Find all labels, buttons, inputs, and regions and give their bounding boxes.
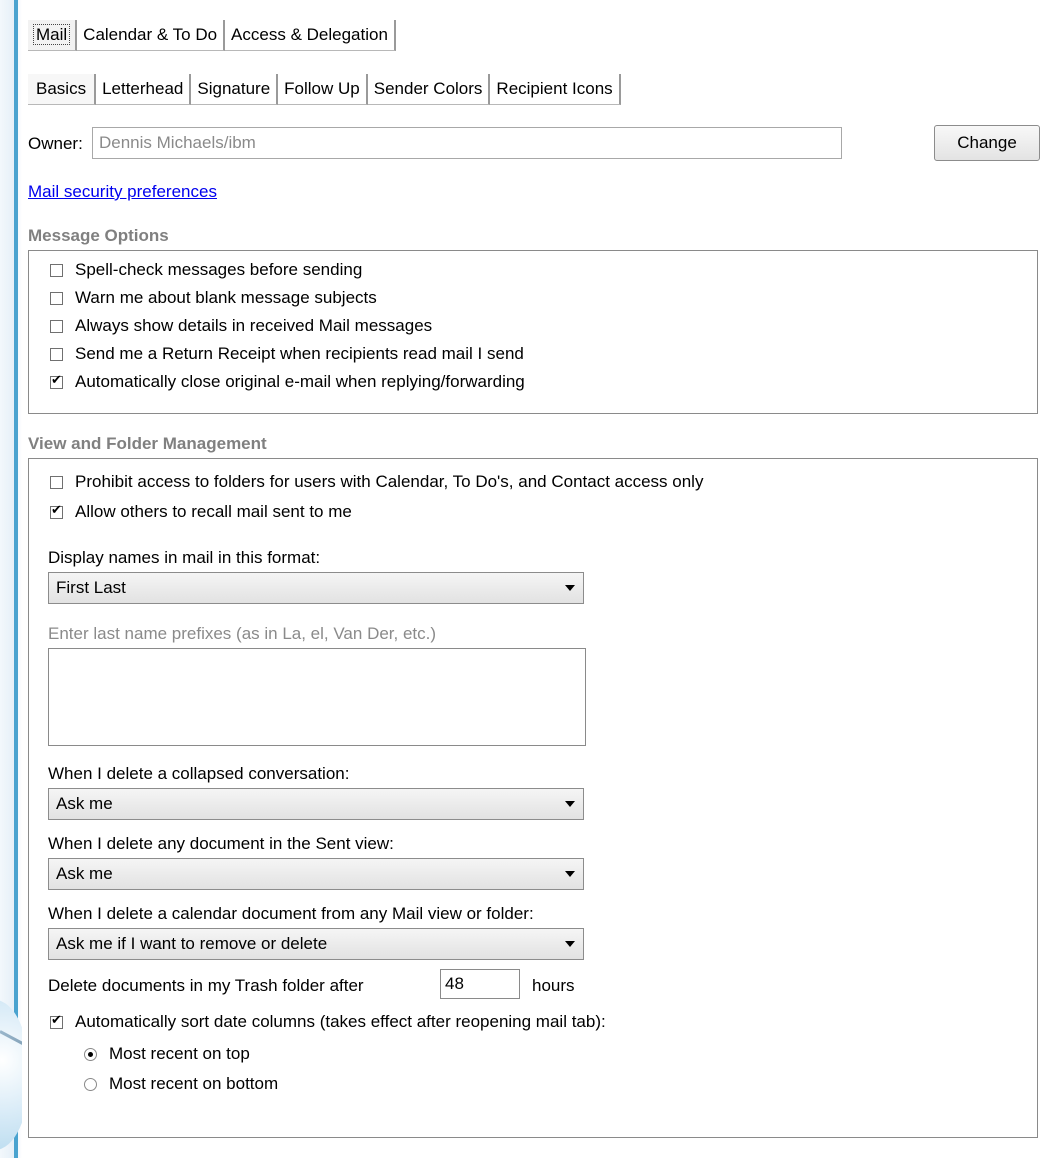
sent-view-label: When I delete any document in the Sent v…: [48, 834, 394, 853]
blank-subject-option[interactable]: Warn me about blank message subjects: [50, 288, 377, 308]
prohibit-access-label: Prohibit access to folders for users wit…: [75, 472, 704, 491]
trash-prefix-label: Delete documents in my Trash folder afte…: [48, 976, 364, 995]
tab-signature[interactable]: Signature: [191, 74, 279, 105]
owner-label: Owner:: [28, 134, 83, 153]
auto-sort-label: Automatically sort date columns (takes e…: [75, 1012, 606, 1031]
tab-basics-label: Basics: [36, 79, 87, 98]
sort-bottom-option[interactable]: Most recent on bottom: [84, 1074, 278, 1094]
tab-calendar-todo-label: Calendar & To Do: [83, 25, 218, 44]
auto-sort-checkbox[interactable]: [50, 1013, 63, 1029]
collapsed-conversation-value: Ask me: [56, 794, 113, 813]
sort-top-label: Most recent on top: [109, 1044, 250, 1063]
chevron-down-icon: [565, 871, 575, 877]
allow-recall-checkbox[interactable]: [50, 503, 63, 519]
sub-tab-row: Basics Letterhead Signature Follow Up Se…: [28, 74, 621, 105]
prohibit-access-checkbox[interactable]: [50, 475, 63, 489]
sent-view-value: Ask me: [56, 864, 113, 883]
calendar-delete-select[interactable]: Ask me if I want to remove or delete: [48, 928, 584, 960]
auto-close-option[interactable]: Automatically close original e-mail when…: [50, 372, 525, 392]
preferences-panel: Mail Calendar & To Do Access & Delegatio…: [22, 0, 1054, 1158]
blank-subject-label: Warn me about blank message subjects: [75, 288, 377, 307]
allow-recall-option[interactable]: Allow others to recall mail sent to me: [50, 502, 352, 522]
sort-top-option[interactable]: Most recent on top: [84, 1044, 250, 1064]
return-receipt-option[interactable]: Send me a Return Receipt when recipients…: [50, 344, 524, 364]
tab-access-delegation-label: Access & Delegation: [231, 25, 388, 44]
trash-hours-input[interactable]: 48: [440, 969, 520, 999]
prohibit-access-option[interactable]: Prohibit access to folders for users wit…: [50, 472, 703, 492]
show-details-label: Always show details in received Mail mes…: [75, 316, 433, 335]
message-options-title: Message Options: [28, 226, 169, 245]
sort-bottom-label: Most recent on bottom: [109, 1074, 279, 1093]
display-names-select[interactable]: First Last: [48, 572, 584, 604]
trash-suffix-label: hours: [532, 976, 575, 995]
prefixes-textarea[interactable]: [48, 648, 586, 746]
tab-access-delegation[interactable]: Access & Delegation: [225, 20, 396, 51]
tab-follow-up[interactable]: Follow Up: [278, 74, 368, 105]
tab-sender-colors-label: Sender Colors: [373, 79, 483, 98]
spell-check-label: Spell-check messages before sending: [75, 260, 363, 279]
blank-subject-checkbox[interactable]: [50, 291, 63, 305]
tab-letterhead[interactable]: Letterhead: [96, 74, 192, 105]
return-receipt-label: Send me a Return Receipt when recipients…: [75, 344, 524, 363]
tab-letterhead-label: Letterhead: [102, 79, 184, 98]
tab-calendar-todo[interactable]: Calendar & To Do: [77, 20, 226, 51]
collapsed-conversation-select[interactable]: Ask me: [48, 788, 584, 820]
display-names-value: First Last: [56, 578, 126, 597]
sort-top-radio[interactable]: [84, 1047, 97, 1061]
tab-sender-colors[interactable]: Sender Colors: [367, 74, 491, 105]
show-details-checkbox[interactable]: [50, 319, 63, 333]
tab-recipient-icons[interactable]: Recipient Icons: [490, 74, 621, 105]
display-names-label: Display names in mail in this format:: [48, 548, 321, 567]
chevron-down-icon: [565, 585, 575, 591]
tab-mail-label: Mail: [32, 24, 71, 45]
spell-check-checkbox[interactable]: [50, 263, 63, 277]
auto-close-checkbox[interactable]: [50, 373, 63, 389]
tab-signature-label: Signature: [197, 79, 271, 98]
calendar-delete-label: When I delete a calendar document from a…: [48, 904, 534, 923]
calendar-delete-value: Ask me if I want to remove or delete: [56, 934, 328, 953]
return-receipt-checkbox[interactable]: [50, 347, 63, 361]
change-owner-button[interactable]: Change: [934, 125, 1040, 161]
decorative-strip: [0, 0, 72, 1158]
owner-field[interactable]: Dennis Michaels/ibm: [92, 127, 842, 159]
top-tab-row: Mail Calendar & To Do Access & Delegatio…: [28, 20, 396, 51]
sent-view-select[interactable]: Ask me: [48, 858, 584, 890]
auto-sort-option[interactable]: Automatically sort date columns (takes e…: [50, 1012, 606, 1032]
view-folder-title: View and Folder Management: [28, 434, 267, 453]
allow-recall-label: Allow others to recall mail sent to me: [75, 502, 352, 521]
prefixes-label: Enter last name prefixes (as in La, el, …: [48, 624, 437, 643]
spell-check-option[interactable]: Spell-check messages before sending: [50, 260, 362, 280]
tab-follow-up-label: Follow Up: [284, 79, 360, 98]
collapsed-conversation-label: When I delete a collapsed conversation:: [48, 764, 350, 783]
tab-basics[interactable]: Basics: [28, 74, 97, 105]
auto-close-label: Automatically close original e-mail when…: [75, 372, 525, 391]
tab-recipient-icons-label: Recipient Icons: [496, 79, 613, 98]
accent-bar: [14, 0, 18, 1158]
mail-security-link[interactable]: Mail security preferences: [28, 182, 217, 202]
chevron-down-icon: [565, 801, 575, 807]
sort-bottom-radio[interactable]: [84, 1077, 97, 1091]
chevron-down-icon: [565, 941, 575, 947]
show-details-option[interactable]: Always show details in received Mail mes…: [50, 316, 432, 336]
tab-mail[interactable]: Mail: [28, 20, 78, 51]
